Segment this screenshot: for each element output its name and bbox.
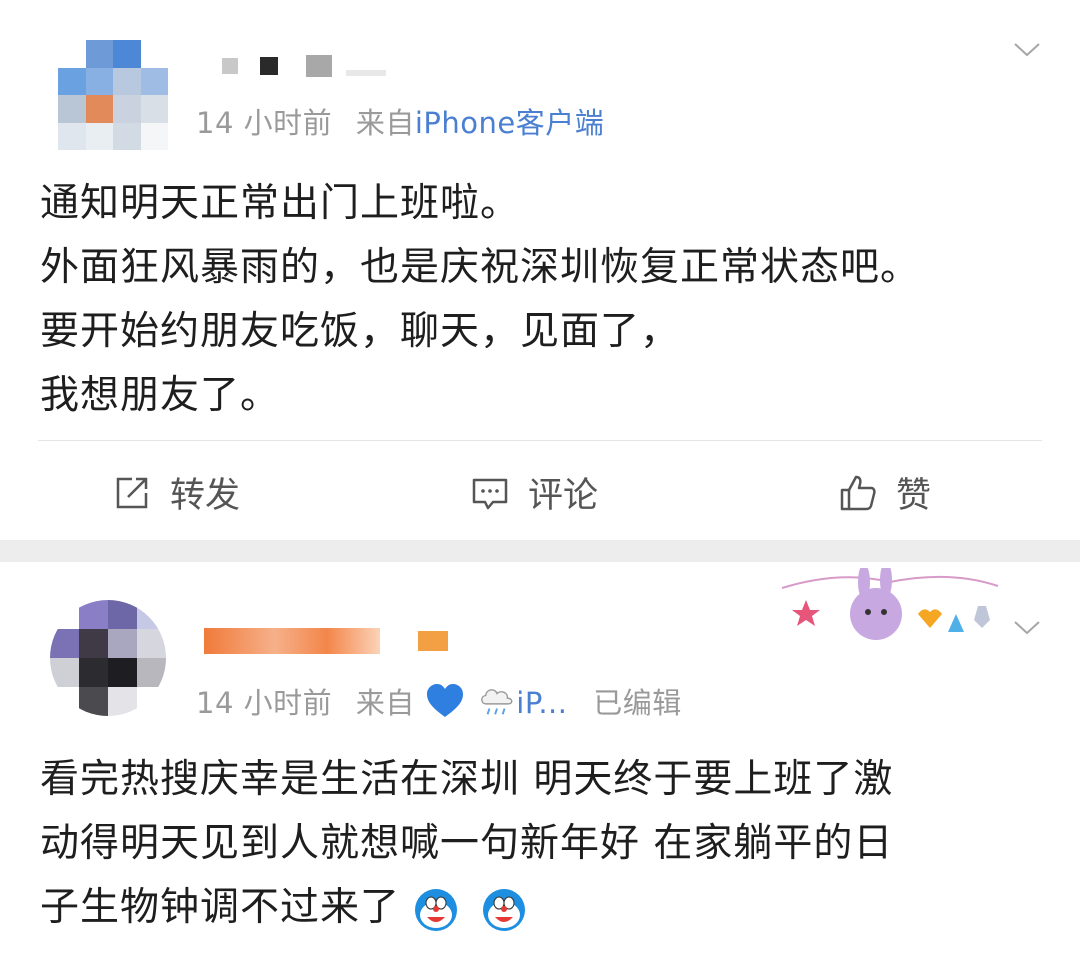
comment-icon: [472, 478, 508, 509]
post-content: 看完热搜庆幸是生活在深圳 明天终于要上班了激 动得明天见到人就想喊一句新年好 在…: [40, 748, 893, 940]
from-label: 来自: [355, 686, 415, 720]
blue-heart-icon: [426, 684, 463, 717]
thumbs-up-icon: [840, 475, 876, 510]
content-line: 外面狂风暴雨的，也是庆祝深圳恢复正常状态吧。: [40, 245, 921, 290]
post-meta: 14 小时前 来自iPhone客户端: [196, 100, 604, 142]
username-blurred[interactable]: [204, 628, 448, 654]
repost-button[interactable]: 转发: [112, 467, 240, 518]
from-label: 来自: [355, 106, 415, 140]
content-line: 子生物钟调不过来了: [40, 885, 401, 930]
source-link[interactable]: iP...: [516, 686, 567, 720]
weibo-post-1: 14 小时前 来自iPhone客户端 通知明天正常出门上班啦。 外面狂风暴雨的，…: [0, 0, 1080, 540]
content-line: 看完热搜庆幸是生活在深圳 明天终于要上班了激: [40, 757, 894, 802]
post-meta: 14 小时前 来自 iP... 已编辑: [196, 680, 682, 722]
content-line: 要开始约朋友吃饭，聊天，见面了，: [40, 309, 681, 354]
repost-label: 转发: [170, 476, 241, 516]
doraemon-emoji-icon: [415, 888, 458, 931]
username-blurred[interactable]: [222, 55, 386, 77]
source-link[interactable]: iPhone客户端: [415, 106, 604, 140]
post-time: 14 小时前: [196, 686, 333, 720]
chevron-down-icon[interactable]: [1012, 34, 1042, 64]
content-line-with-emoji: 子生物钟调不过来了: [40, 876, 893, 940]
chevron-down-icon[interactable]: [1012, 612, 1042, 642]
action-bar: 转发 评论 赞: [0, 441, 1080, 541]
content-line: 动得明天见到人就想喊一句新年好 在家躺平的日: [40, 821, 894, 866]
doraemon-emoji-icon: [482, 888, 525, 931]
post-content: 通知明天正常出门上班啦。 外面狂风暴雨的，也是庆祝深圳恢复正常状态吧。 要开始约…: [40, 172, 920, 428]
comment-button[interactable]: 评论: [470, 467, 598, 518]
comment-label: 评论: [528, 476, 599, 516]
content-line: 通知明天正常出门上班啦。: [40, 181, 521, 226]
post-time: 14 小时前: [196, 106, 333, 140]
edited-label: 已编辑: [593, 686, 682, 720]
rain-cloud-icon: [481, 689, 513, 715]
bunny-decoration-icon: [781, 568, 999, 640]
like-button[interactable]: 赞: [838, 467, 931, 518]
like-label: 赞: [896, 476, 932, 516]
avatar[interactable]: [58, 40, 168, 150]
content-line: 我想朋友了。: [40, 373, 281, 418]
feed-separator: [0, 540, 1080, 562]
avatar[interactable]: [50, 600, 166, 716]
repost-icon: [116, 477, 148, 508]
